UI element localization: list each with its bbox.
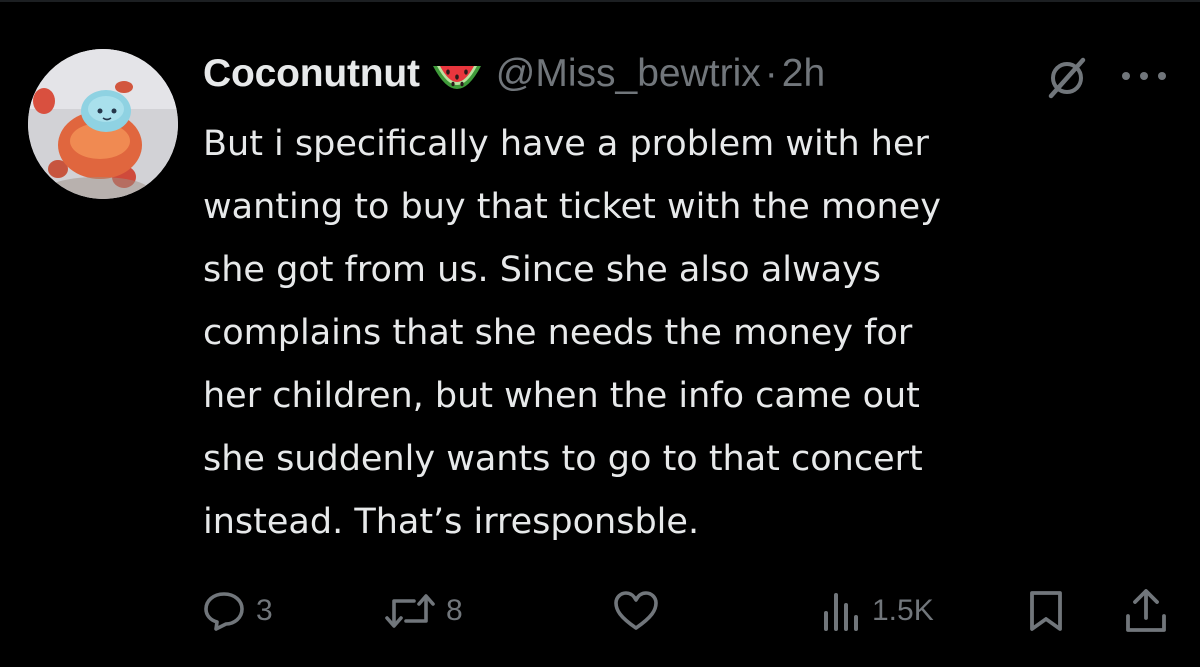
tweet-text-line: she suddenly wants to go to that concert [203, 439, 923, 479]
tweet-text: But i specifically have a problem with h… [203, 113, 1193, 554]
divider [0, 0, 1200, 2]
reply-icon [204, 592, 244, 631]
timestamp[interactable]: 2h [782, 52, 825, 96]
tweet-text-line: she got from us. Since she also always [203, 250, 882, 290]
retweet-icon [385, 594, 435, 628]
mute-icon[interactable] [1043, 54, 1091, 102]
tweet-header: Coconutnut @Miss_bewtrix · 2h [203, 50, 825, 98]
tweet: Coconutnut @Miss_bewtrix · 2h But i spec… [0, 0, 1200, 667]
retweet-count: 8 [446, 594, 463, 627]
tweet-text-line: wanting to buy that ticket with the mone… [203, 187, 941, 227]
reply-count: 3 [256, 594, 273, 627]
share-button[interactable] [1124, 588, 1168, 634]
bookmark-button[interactable] [1026, 588, 1066, 634]
tweet-text-line: instead. That’s irresponsble. [203, 502, 700, 542]
user-handle[interactable]: @Miss_bewtrix [496, 52, 761, 96]
tweet-text-line: complains that she needs the money for [203, 313, 913, 353]
more-icon[interactable] [1118, 66, 1170, 86]
heart-icon [614, 591, 658, 630]
bookmark-icon [1030, 591, 1062, 631]
watermelon-icon [430, 52, 484, 96]
avatar[interactable] [28, 49, 178, 199]
tweet-text-line: But i specifically have a problem with h… [203, 124, 929, 164]
tweet-text-line: her children, but when the info came out [203, 376, 920, 416]
views-button[interactable]: 1.5K [822, 588, 934, 634]
views-count: 1.5K [872, 594, 934, 627]
display-name[interactable]: Coconutnut [203, 52, 420, 96]
views-icon [824, 593, 858, 631]
like-button[interactable] [612, 588, 670, 634]
reply-button[interactable]: 3 [202, 588, 273, 634]
retweet-button[interactable]: 8 [384, 588, 463, 634]
separator: · [764, 52, 778, 95]
share-icon [1126, 589, 1166, 632]
